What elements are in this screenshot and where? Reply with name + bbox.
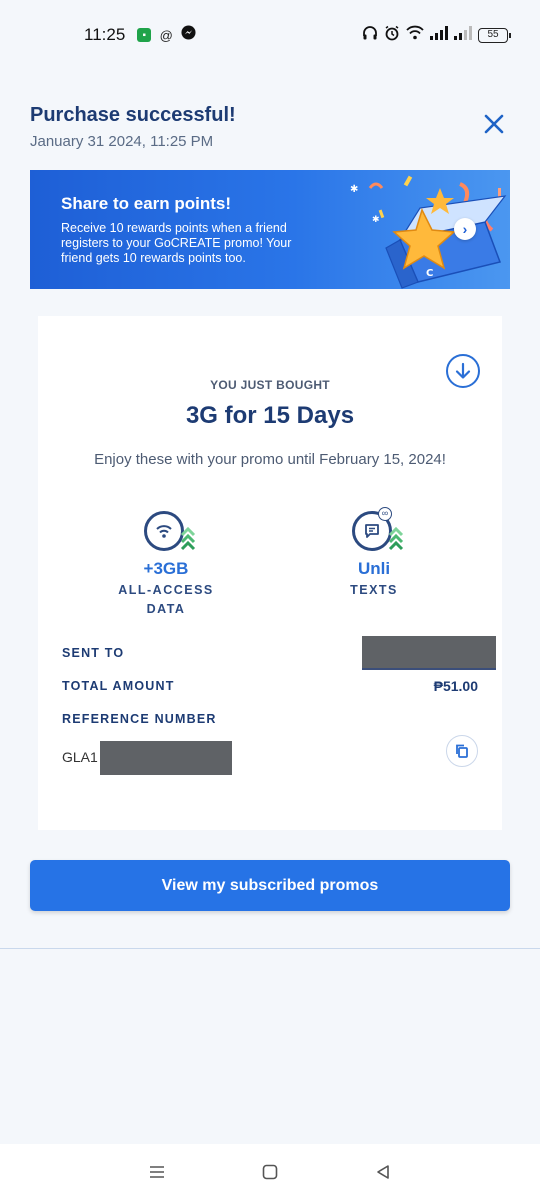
wifi-icon xyxy=(156,525,172,538)
receipt-top-edge xyxy=(38,317,502,322)
share-promo-banner[interactable]: Share to earn points! Receive 10 rewards… xyxy=(30,170,510,289)
receipt-card: YOU JUST BOUGHT 3G for 15 Days Enjoy the… xyxy=(38,316,502,830)
system-icons: 55 xyxy=(362,25,511,46)
status-bar: 11:25 ▪ @ 55 xyxy=(0,0,540,70)
back-button[interactable] xyxy=(372,1161,394,1183)
message-icon xyxy=(365,524,379,538)
menu-icon xyxy=(149,1166,164,1178)
banner-title: Share to earn points! xyxy=(61,194,232,213)
receipt-bottom-edge xyxy=(38,824,502,829)
perk-texts: ∞ Unli TEXTS xyxy=(294,507,454,598)
perk-label: DATA xyxy=(146,602,186,616)
close-button[interactable] xyxy=(482,112,506,136)
perk-value: Unli xyxy=(357,559,391,578)
system-nav-bar xyxy=(0,1144,540,1200)
perk-label: ALL-ACCESS xyxy=(118,583,214,597)
banner-text: Receive 10 rewards points when a friend … xyxy=(61,221,292,265)
double-chevron-up-icon xyxy=(180,526,196,551)
total-amount-label: TOTAL AMOUNT xyxy=(62,679,175,693)
divider xyxy=(0,948,540,949)
close-icon xyxy=(484,114,504,134)
chevron-right-icon: › xyxy=(462,221,468,237)
battery-indicator: 55 xyxy=(478,27,511,43)
reference-number-value: GLA1 xyxy=(62,749,98,765)
messenger-icon xyxy=(181,25,196,45)
header: Purchase successful! January 31 2024, 11… xyxy=(30,104,510,150)
signal-2-icon xyxy=(454,25,472,45)
at-sign-icon: @ xyxy=(159,27,173,43)
promo-name: 3G for 15 Days xyxy=(185,402,355,429)
perk-data: +3GB ALL-ACCESS DATA xyxy=(86,511,246,617)
svg-text:✱: ✱ xyxy=(372,215,380,225)
banner-next-button[interactable]: › xyxy=(454,218,476,240)
signal-icon xyxy=(430,25,448,45)
redacted-reference-number xyxy=(100,741,232,775)
back-triangle-icon xyxy=(377,1165,390,1179)
svg-text:✱: ✱ xyxy=(350,184,358,195)
promo-validity: Enjoy these with your promo until Februa… xyxy=(94,451,446,468)
wifi-status-icon xyxy=(406,25,424,45)
sent-to-label: SENT TO xyxy=(62,646,125,660)
home-square-icon xyxy=(262,1164,278,1180)
chat-app-icon: ▪ xyxy=(137,28,152,42)
status-time: 11:25 xyxy=(84,25,126,44)
notification-icons: ▪ @ xyxy=(137,25,196,45)
double-chevron-up-icon xyxy=(388,526,404,551)
recent-apps-button[interactable] xyxy=(146,1161,168,1183)
perk-label: TEXTS xyxy=(350,583,398,597)
copy-icon xyxy=(456,744,468,758)
infinity-badge-icon: ∞ xyxy=(378,507,392,521)
reference-number-label: REFERENCE NUMBER xyxy=(62,712,217,726)
page-title: Purchase successful! xyxy=(30,104,236,126)
total-amount-value: ₱51.00 xyxy=(433,678,478,694)
perk-value: +3GB xyxy=(143,559,189,578)
redacted-sent-to-value xyxy=(362,636,496,670)
copy-reference-button[interactable] xyxy=(446,735,478,767)
bought-label: YOU JUST BOUGHT xyxy=(210,378,330,392)
alarm-icon xyxy=(384,25,400,46)
view-subscribed-promos-button[interactable]: View my subscribed promos xyxy=(30,860,510,911)
gift-box-illustration: ✱ ✱ C xyxy=(350,175,507,289)
svg-text:C: C xyxy=(426,268,433,279)
purchase-date: January 31 2024, 11:25 PM xyxy=(30,133,214,150)
home-button[interactable] xyxy=(259,1161,281,1183)
headphones-icon xyxy=(362,25,378,46)
